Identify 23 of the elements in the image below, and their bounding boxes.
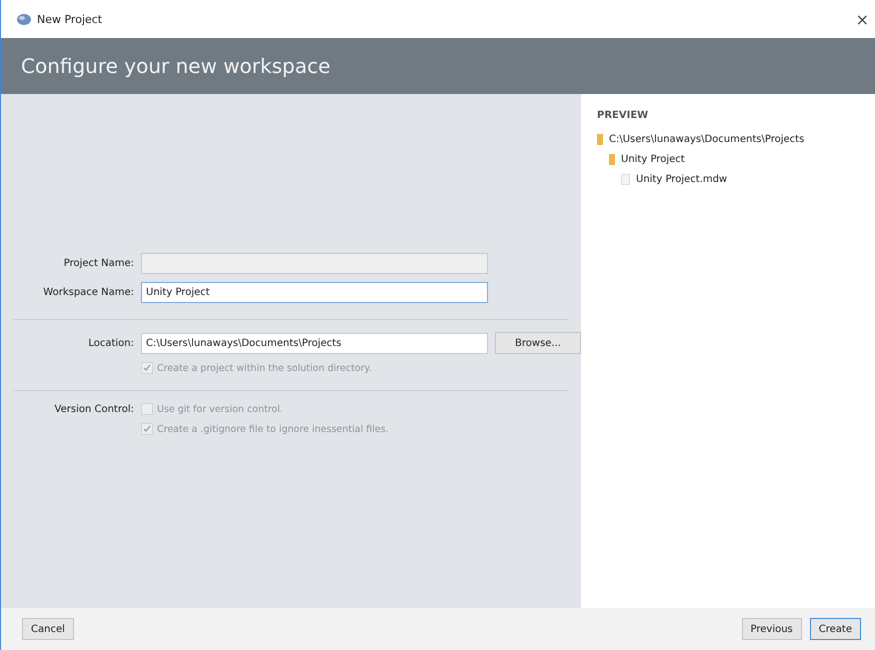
folder-icon xyxy=(597,134,603,144)
file-icon xyxy=(621,174,630,184)
cancel-button[interactable]: Cancel xyxy=(22,618,74,640)
check-icon xyxy=(143,425,151,433)
window-title: New Project xyxy=(37,12,104,26)
page-title: Configure your new workspace xyxy=(21,54,330,78)
previous-button[interactable]: Previous xyxy=(742,618,802,640)
tree-item: C:\Users\lunaways\Documents\Projects xyxy=(609,134,804,144)
preview-heading: PREVIEW xyxy=(597,110,650,121)
field-label: Location: xyxy=(87,338,134,348)
tree-item: Unity Project xyxy=(621,154,685,164)
check-icon xyxy=(143,364,151,372)
create-button[interactable]: Create xyxy=(810,618,861,640)
tree-item: Unity Project.mdw xyxy=(636,174,728,184)
folder-icon xyxy=(609,154,615,164)
field-label: Version Control: xyxy=(54,404,134,414)
field-label: Workspace Name: xyxy=(42,287,134,298)
location-field[interactable]: C:\Users\lunaways\Documents\Projects xyxy=(141,332,488,354)
workspace-name-field[interactable]: Unity Project xyxy=(141,282,488,303)
app-icon xyxy=(17,14,31,24)
field-label: Project Name: xyxy=(62,258,134,269)
close-button[interactable]: × xyxy=(856,10,869,28)
browse-button[interactable]: Browse... xyxy=(495,332,581,354)
